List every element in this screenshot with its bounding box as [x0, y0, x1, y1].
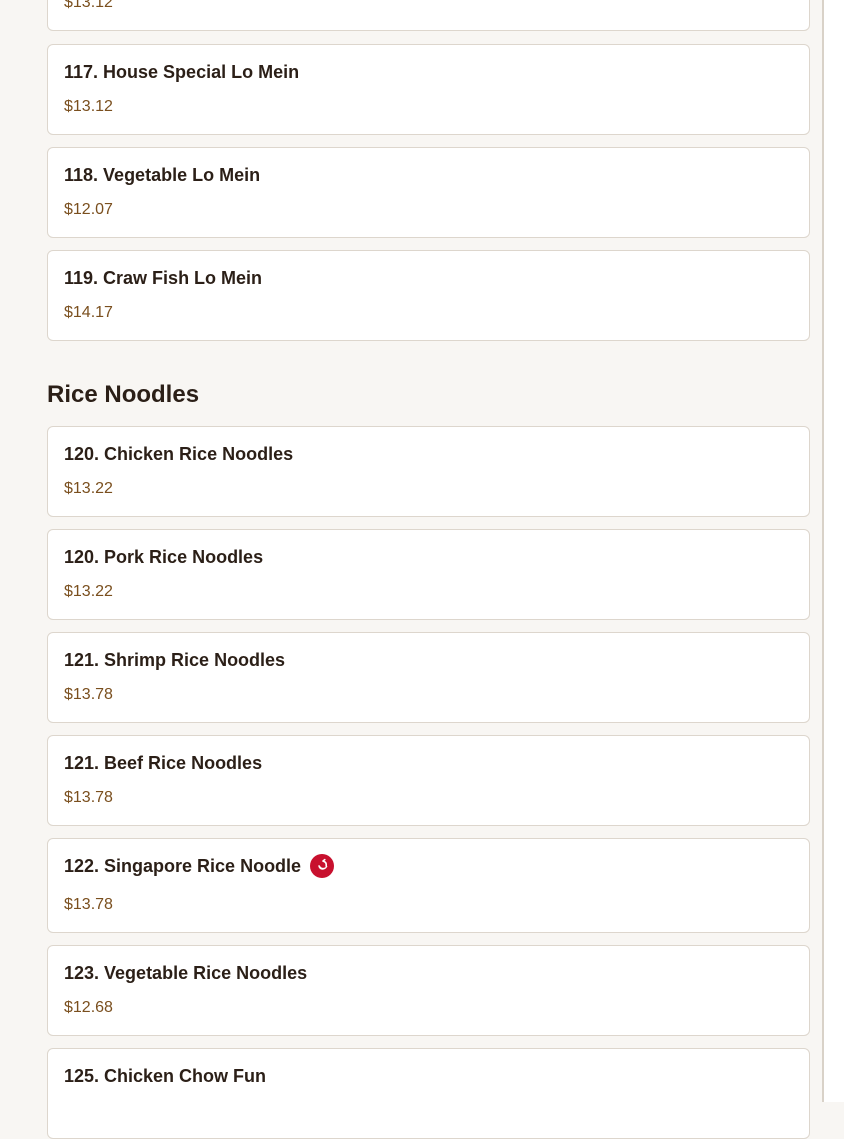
menu-item-name-row: 122. Singapore Rice Noodle [64, 854, 793, 878]
menu-item-card[interactable]: 119. Craw Fish Lo Mein $14.17 [47, 250, 810, 341]
menu-item-name: 121. Beef Rice Noodles [64, 753, 263, 773]
menu-item-name: 117. House Special Lo Mein [64, 62, 300, 82]
spicy-pepper-icon [310, 854, 335, 878]
menu-item-name: 125. Chicken Chow Fun [64, 1066, 267, 1086]
menu-item-name: 119. Craw Fish Lo Mein [64, 268, 263, 288]
menu-item-card[interactable]: 121. Shrimp Rice Noodles $13.78 [47, 632, 810, 723]
menu-item-card[interactable]: 122. Singapore Rice Noodle $13.78 [47, 838, 810, 933]
menu-item-name: 120. Pork Rice Noodles [64, 547, 264, 567]
menu-item-name: 122. Singapore Rice Noodle [64, 856, 302, 876]
menu-item-price: $13.78 [64, 789, 113, 806]
menu-item-name: 123. Vegetable Rice Noodles [64, 963, 308, 983]
menu-item-price: $12.68 [64, 999, 113, 1016]
menu-item-name-row: 121. Beef Rice Noodles [64, 752, 793, 774]
menu-item-name-row: 120. Pork Rice Noodles [64, 546, 793, 568]
menu-item-price: $12.07 [64, 201, 113, 218]
menu-item-card[interactable]: 123. Vegetable Rice Noodles $12.68 [47, 945, 810, 1036]
menu-item-name: 120. Chicken Rice Noodles [64, 444, 294, 464]
menu-item-price: $13.78 [64, 686, 113, 703]
menu-item-name-row: 120. Chicken Rice Noodles [64, 443, 793, 465]
menu-item-card[interactable]: 117. House Special Lo Mein $13.12 [47, 44, 810, 135]
menu-item-price: $13.12 [64, 0, 113, 11]
menu-item-card[interactable]: 120. Pork Rice Noodles $13.22 [47, 529, 810, 620]
menu-item-price: $13.12 [64, 98, 113, 115]
menu-item-card[interactable]: 121. Beef Rice Noodles $13.78 [47, 735, 810, 826]
menu-item-name-row: 119. Craw Fish Lo Mein [64, 267, 793, 289]
menu-item-name-row: 123. Vegetable Rice Noodles [64, 962, 793, 984]
section-title-rice-noodles: Rice Noodles [47, 381, 200, 408]
menu-item-card[interactable]: $13.12 [47, 0, 810, 31]
right-gutter [824, 0, 844, 1102]
menu-item-card[interactable]: 118. Vegetable Lo Mein $12.07 [47, 147, 810, 238]
menu-item-price: $14.17 [64, 304, 113, 321]
menu-item-name-row: 125. Chicken Chow Fun [64, 1065, 793, 1087]
menu-item-price: $13.78 [64, 896, 113, 913]
menu-item-name: 118. Vegetable Lo Mein [64, 165, 261, 185]
menu-item-card[interactable]: 120. Chicken Rice Noodles $13.22 [47, 426, 810, 517]
menu-item-price: $13.22 [64, 583, 113, 600]
menu-item-name: 121. Shrimp Rice Noodles [64, 650, 286, 670]
menu-item-name-row: 118. Vegetable Lo Mein [64, 164, 793, 186]
menu-item-name-row: 117. House Special Lo Mein [64, 61, 793, 83]
menu-item-name-row: 121. Shrimp Rice Noodles [64, 649, 793, 671]
menu-item-price: $13.22 [64, 480, 113, 497]
menu-item-card[interactable]: 125. Chicken Chow Fun [47, 1048, 810, 1139]
